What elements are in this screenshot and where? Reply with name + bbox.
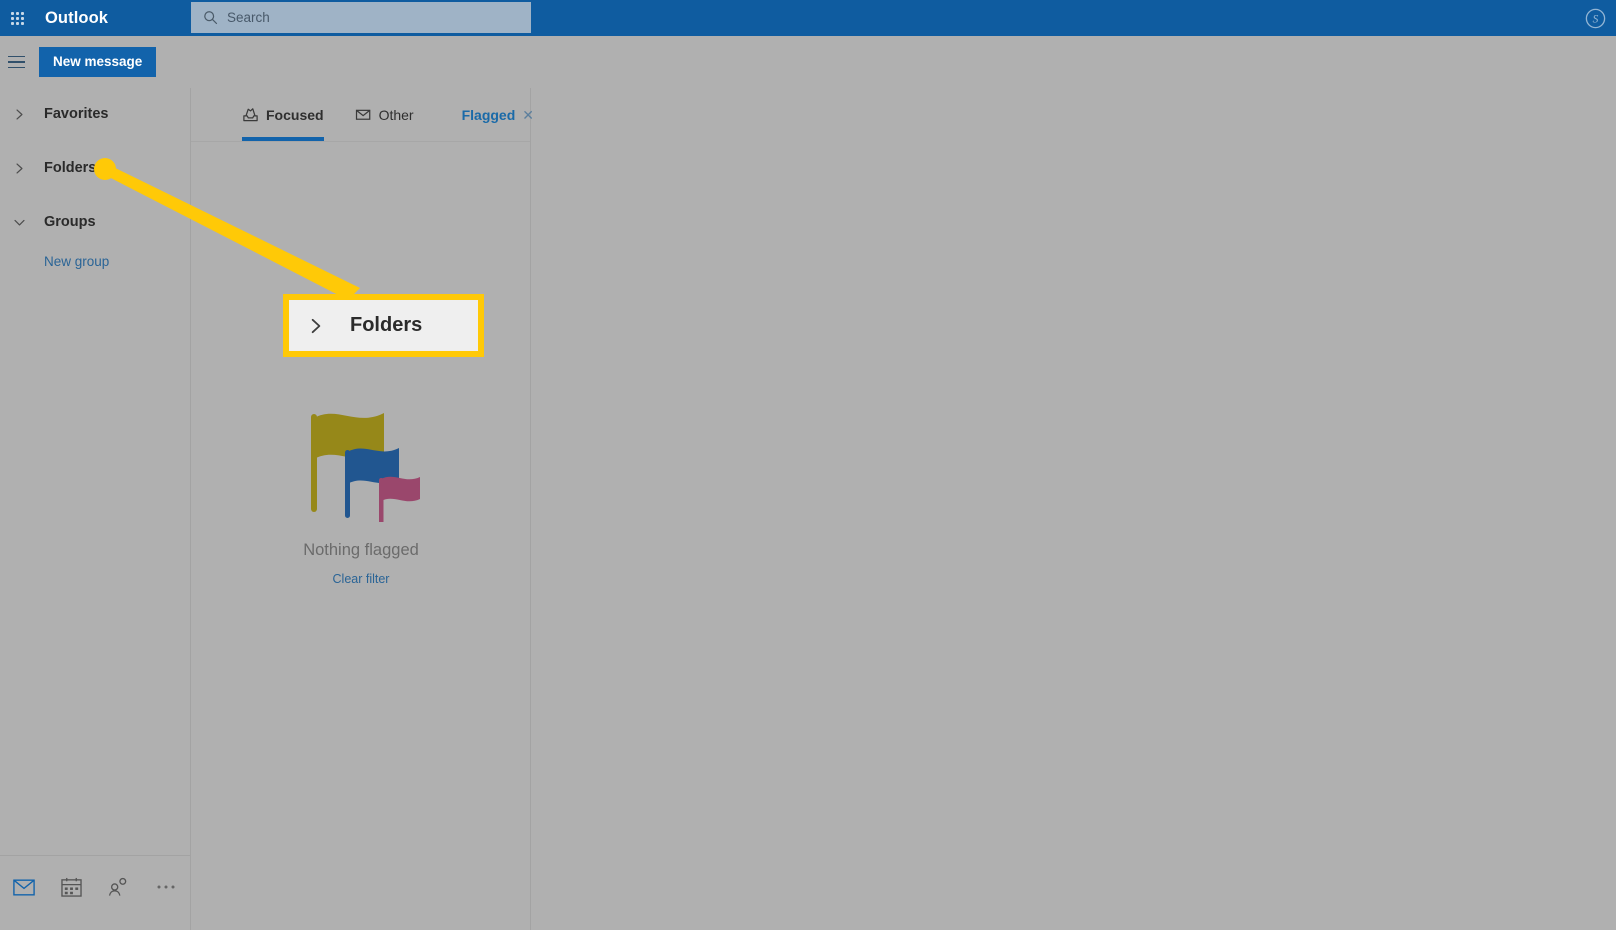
other-inbox-icon [355,109,370,120]
active-filter-flagged[interactable]: Flagged ✕ [462,107,534,123]
calendar-icon [61,877,82,897]
sidebar-item-folders[interactable]: Folders [0,150,190,186]
people-icon [109,877,127,896]
sidebar-item-label: Folders [44,160,97,176]
tab-label: Focused [266,106,324,123]
new-group-link[interactable]: New group [44,254,190,269]
hamburger-menu-icon[interactable] [1,47,31,77]
nav-people-button[interactable] [95,870,143,904]
three-flags-illustration [310,413,420,526]
tab-focused[interactable]: Focused [242,88,324,141]
search-input[interactable] [227,10,487,25]
bottom-navigation-bar [0,855,191,930]
empty-state: Nothing flagged Clear filter [191,382,531,588]
filter-label: Flagged [461,106,516,123]
nav-calendar-button[interactable] [48,870,96,904]
svg-text:S: S [1593,14,1599,26]
inbox-tab-bar: Focused Other Flagged ✕ [191,88,534,142]
app-launcher-button[interactable] [2,3,32,33]
sidebar-item-label: Favorites [44,106,109,122]
search-box[interactable] [191,2,531,33]
callout-label: Folders [350,314,423,336]
nav-mail-button[interactable] [0,870,48,904]
sidebar-item-groups[interactable]: Groups [0,204,190,240]
callout-highlight-box[interactable]: Folders [283,294,484,357]
top-header-bar: Outlook S [0,0,1616,36]
outlook-web-app: Outlook S New message Favorite [0,0,1616,930]
message-list-panel: Focused Other Flagged ✕ Nothing flagged … [191,88,534,930]
sidebar-item-label: Groups [44,214,96,230]
focused-inbox-icon [243,108,258,122]
search-icon [204,11,218,25]
tab-other[interactable]: Other [355,88,414,141]
mail-icon [12,878,35,896]
more-icon [157,885,175,889]
new-message-button[interactable]: New message [39,47,157,77]
chevron-right-icon [8,157,30,179]
grid-apps-icon [10,11,24,25]
skype-icon[interactable]: S [1585,8,1606,29]
command-strip: New message [0,36,191,88]
tab-label: Other [378,106,414,123]
callout-inner: Folders [289,300,478,351]
sidebar-item-favorites[interactable]: Favorites [0,96,190,132]
reading-pane [532,36,1616,930]
chevron-down-icon [8,211,30,233]
chevron-right-icon [8,103,30,125]
clear-filter-link[interactable]: Clear filter [333,572,390,586]
app-brand-title[interactable]: Outlook [45,9,108,28]
nav-more-button[interactable] [143,870,191,904]
left-sidebar: Favorites Folders Groups New group [0,88,191,855]
chevron-right-icon [305,315,327,337]
empty-state-title: Nothing flagged [303,541,419,559]
